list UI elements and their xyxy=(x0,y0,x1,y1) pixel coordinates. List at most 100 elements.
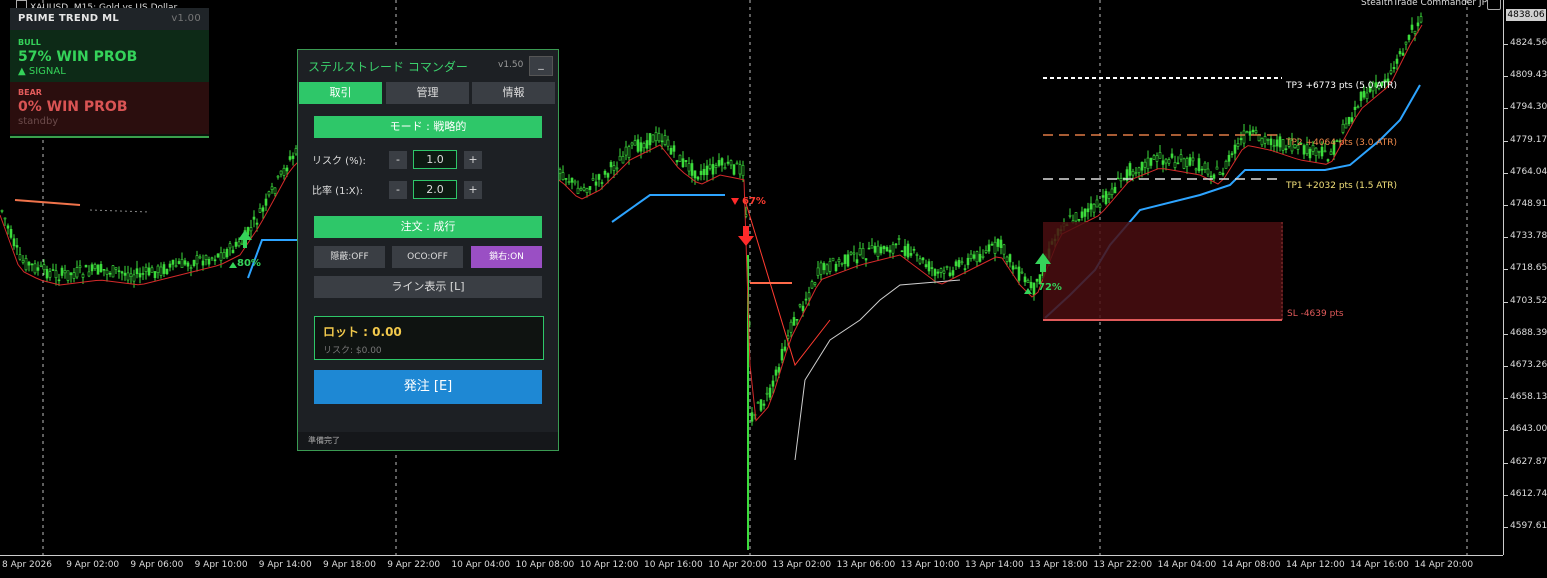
place-order-button[interactable]: 発注 [E] xyxy=(314,370,542,404)
candle-body xyxy=(177,261,181,265)
ratio-increase-button[interactable]: + xyxy=(464,181,482,199)
time-tick: 13 Apr 06:00 xyxy=(836,560,896,570)
commander-header[interactable]: ステルストレード コマンダー v1.50 _ xyxy=(298,50,558,80)
time-tick: 9 Apr 14:00 xyxy=(258,560,312,570)
tab-info[interactable]: 情報 xyxy=(472,82,555,104)
candle-body xyxy=(867,247,871,250)
candle-body xyxy=(1011,265,1015,270)
candle-body xyxy=(1086,208,1090,213)
candle-body xyxy=(252,216,256,220)
candle-body xyxy=(996,239,1000,247)
candle-body xyxy=(861,247,865,259)
candle-body xyxy=(906,243,910,258)
time-tick: 13 Apr 02:00 xyxy=(772,560,832,570)
candle-body xyxy=(15,245,19,248)
mode-button[interactable]: モード : 戦略的 xyxy=(314,116,542,138)
oco-toggle[interactable]: OCO:OFF xyxy=(392,246,463,268)
risk-input[interactable]: 1.0 xyxy=(413,150,457,169)
trail-line xyxy=(794,279,961,461)
candle-body xyxy=(1326,159,1330,162)
minimize-button[interactable]: _ xyxy=(529,56,553,76)
candle-body xyxy=(60,267,64,276)
candle-body xyxy=(231,249,235,254)
candle-body xyxy=(249,227,253,232)
candle-body xyxy=(1398,51,1402,55)
candle-body xyxy=(993,241,997,254)
risk-amount: リスク: $0.00 xyxy=(323,346,382,356)
stealth-toggle[interactable]: 隠蔽:OFF xyxy=(314,246,385,268)
candle-body xyxy=(1206,168,1210,175)
time-tick: 10 Apr 20:00 xyxy=(708,560,767,570)
price-scale[interactable]: 4824.56 4809.43 4794.30 4779.17 4764.04 4748.… xyxy=(1503,0,1547,555)
candle-body xyxy=(1248,131,1252,136)
candle-body xyxy=(1419,16,1423,23)
candle-body xyxy=(933,269,937,276)
candle-body xyxy=(1203,162,1207,170)
candle-body xyxy=(267,191,271,196)
risk-decrease-button[interactable]: - xyxy=(389,151,407,169)
candle-body xyxy=(1245,131,1249,134)
candle-body xyxy=(942,270,946,274)
candle-body xyxy=(1182,158,1186,169)
candle-body xyxy=(1089,203,1093,210)
candle-body xyxy=(1266,139,1270,141)
price-tick: 4794.30 xyxy=(1503,102,1547,113)
line-display-button[interactable]: ライン表示 [L] xyxy=(314,276,542,298)
candle-body xyxy=(1002,244,1006,255)
candle-body xyxy=(639,142,643,152)
candle-body xyxy=(849,251,853,255)
time-scale[interactable]: 8 Apr 2026 9 Apr 02:00 9 Apr 06:00 9 Apr 10… xyxy=(0,555,1503,578)
candle-body xyxy=(687,163,691,172)
candle-body xyxy=(714,165,718,168)
candle-body xyxy=(837,259,841,263)
candle-body xyxy=(672,145,676,152)
expert-advisor-name: StealthTrade Commander JP xyxy=(1361,0,1487,8)
candle-body xyxy=(48,271,52,278)
candle-body xyxy=(63,270,67,274)
candle-body xyxy=(1167,159,1171,164)
candle-body xyxy=(1104,191,1108,205)
candle-body xyxy=(1185,158,1189,167)
candle-body xyxy=(1188,157,1192,166)
candle-body xyxy=(1155,155,1159,162)
candle-body xyxy=(801,305,805,312)
candle-body xyxy=(189,267,193,269)
tab-manage[interactable]: 管理 xyxy=(386,82,469,104)
candle-body xyxy=(1281,139,1285,151)
chain-toggle[interactable]: 鎖右:ON xyxy=(471,246,542,268)
candle-body xyxy=(1149,157,1153,166)
risk-increase-button[interactable]: + xyxy=(464,151,482,169)
price-chart[interactable] xyxy=(0,0,1503,555)
candle-body xyxy=(1176,162,1180,165)
candle-body xyxy=(834,263,838,272)
candle-body xyxy=(648,133,652,146)
candle-body xyxy=(1014,267,1018,270)
candle-body xyxy=(1200,168,1204,171)
candle-body xyxy=(924,264,928,268)
time-tick: 10 Apr 04:00 xyxy=(451,560,511,570)
candle-body xyxy=(258,207,262,213)
candle-body xyxy=(1251,129,1255,133)
candle-body xyxy=(45,268,49,279)
trade-commander-panel[interactable]: ステルストレード コマンダー v1.50 _ 取引 管理 情報 モード : 戦略… xyxy=(297,49,559,451)
time-tick: 9 Apr 02:00 xyxy=(66,560,120,570)
order-type-button[interactable]: 注文 : 成行 xyxy=(314,216,542,238)
candle-body xyxy=(1131,170,1135,176)
candle-body xyxy=(165,268,169,275)
tab-trade[interactable]: 取引 xyxy=(299,82,382,104)
time-tick: 14 Apr 20:00 xyxy=(1414,560,1474,570)
tp1-label: TP1 +2032 pts (1.5 ATR) xyxy=(1286,181,1398,191)
expert-hat-icon[interactable] xyxy=(1487,0,1501,10)
ratio-input[interactable]: 2.0 xyxy=(413,180,457,199)
candle-body xyxy=(879,246,883,254)
candle-body xyxy=(156,265,160,274)
price-tick: 4824.56 xyxy=(1503,38,1547,48)
ratio-decrease-button[interactable]: - xyxy=(389,181,407,199)
candle-body xyxy=(201,260,205,266)
candle-body xyxy=(12,238,16,247)
candle-body xyxy=(576,187,580,194)
candle-body xyxy=(0,210,4,212)
candle-body xyxy=(276,175,280,178)
candle-body xyxy=(1227,155,1231,162)
bull-label: BULL xyxy=(18,38,41,47)
